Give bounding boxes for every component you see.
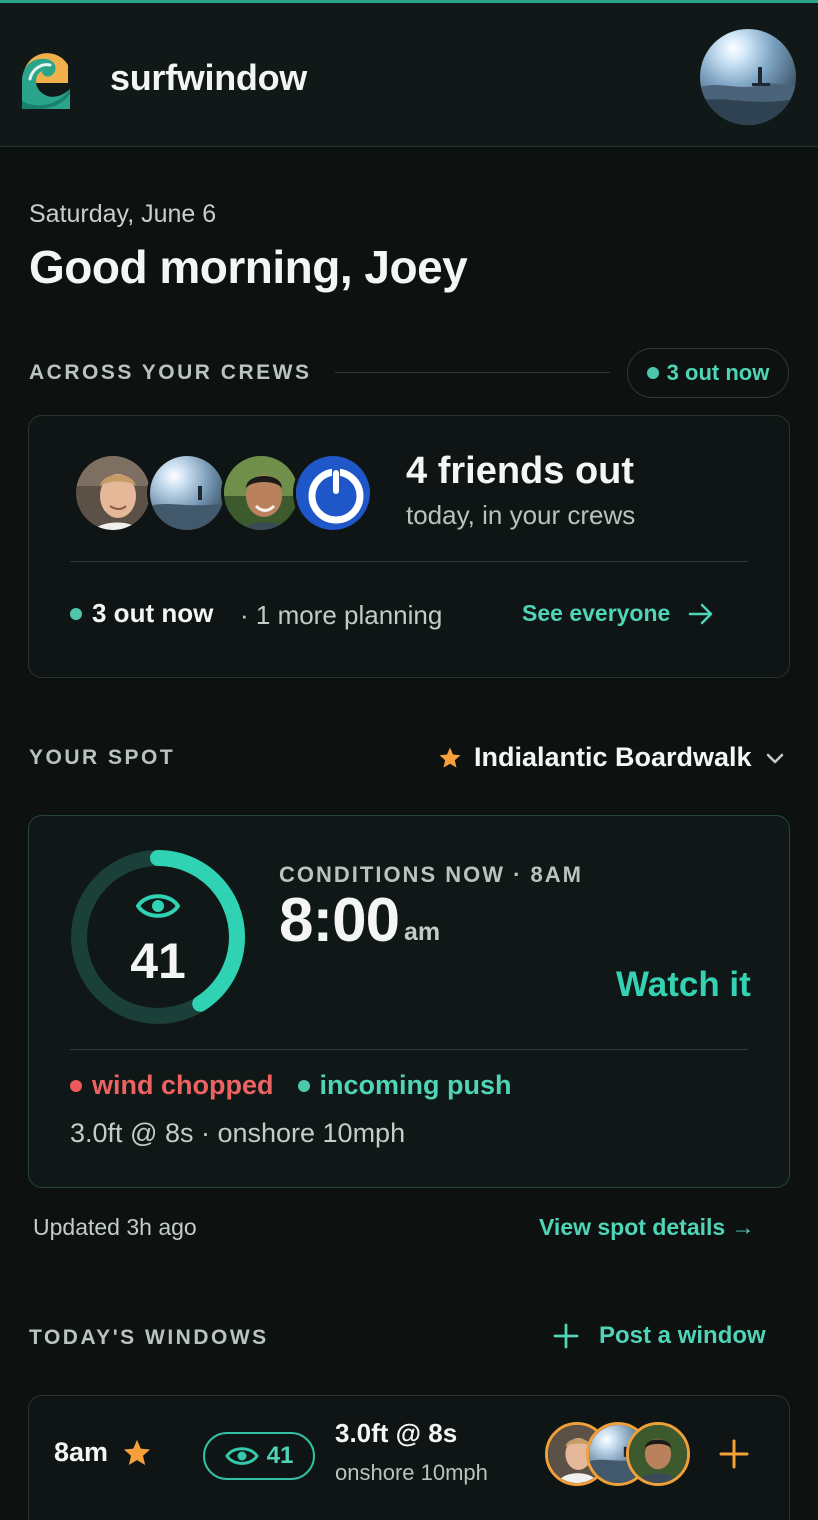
date-label: Saturday, June 6 bbox=[29, 200, 217, 228]
friend-avatar-2[interactable] bbox=[147, 453, 227, 533]
tag-wind-chopped: wind chopped bbox=[70, 1070, 274, 1101]
eye-icon bbox=[224, 1447, 259, 1465]
see-everyone-link[interactable]: See everyone bbox=[522, 600, 714, 627]
crews-section-label: ACROSS YOUR CREWS bbox=[29, 361, 312, 384]
post-window-label: Post a window bbox=[599, 1322, 766, 1349]
see-everyone-label: See everyone bbox=[522, 600, 671, 626]
window-friend-avatar-3[interactable] bbox=[626, 1422, 690, 1486]
score-value: 41 bbox=[130, 933, 186, 989]
verdict-label: Watch it bbox=[616, 965, 751, 1004]
friends-out-count: 4 friends out bbox=[406, 450, 635, 492]
status-dot-icon bbox=[646, 367, 659, 379]
status-dot-icon bbox=[70, 1079, 82, 1092]
window-score-pill: 41 bbox=[203, 1432, 315, 1480]
divider bbox=[335, 372, 610, 373]
out-now-pill-label: 3 out now bbox=[666, 360, 770, 385]
friend-avatar-4[interactable] bbox=[293, 453, 373, 533]
window-time-label: 8am bbox=[54, 1437, 109, 1467]
conditions-ampm: am bbox=[404, 918, 441, 946]
tag-label: incoming push bbox=[319, 1070, 512, 1100]
post-window-button[interactable]: Post a window bbox=[553, 1322, 766, 1350]
view-spot-details-link[interactable]: View spot details → bbox=[539, 1214, 755, 1241]
spot-selector[interactable]: Indialantic Boardwalk bbox=[438, 742, 786, 773]
status-dot-icon bbox=[70, 607, 82, 620]
window-swell: 3.0ft @ 8s bbox=[335, 1418, 458, 1448]
friend-avatar-1[interactable] bbox=[73, 453, 153, 533]
wave-sun-logo-icon[interactable] bbox=[20, 43, 72, 109]
tag-incoming-push: incoming push bbox=[297, 1070, 512, 1101]
join-window-plus-icon[interactable] bbox=[718, 1438, 750, 1470]
window-wind: onshore 10mph bbox=[335, 1460, 488, 1485]
conditions-time: 8:00 bbox=[279, 886, 400, 955]
chevron-down-icon bbox=[766, 753, 783, 763]
window-time: 8am bbox=[54, 1437, 152, 1468]
out-now-label: 3 out now bbox=[92, 598, 214, 628]
updated-timestamp: Updated 3h ago bbox=[33, 1214, 197, 1240]
app-header: surfwindow bbox=[0, 3, 818, 147]
out-now-pill[interactable]: 3 out now bbox=[627, 348, 789, 398]
friends-out-subtitle: today, in your crews bbox=[406, 500, 636, 530]
tag-label: wind chopped bbox=[92, 1070, 274, 1100]
divider bbox=[70, 561, 748, 562]
arrow-right-icon bbox=[689, 603, 713, 624]
windows-section-label: TODAY'S WINDOWS bbox=[29, 1326, 269, 1349]
status-dot-icon bbox=[297, 1079, 310, 1092]
planning-count: · 1 more planning bbox=[240, 600, 443, 630]
star-icon bbox=[439, 747, 461, 768]
spot-section-label: YOUR SPOT bbox=[29, 746, 176, 769]
brand-name: surfwindow bbox=[110, 57, 307, 98]
user-avatar[interactable] bbox=[700, 29, 796, 125]
conditions-meta: 3.0ft @ 8s · onshore 10mph bbox=[70, 1118, 406, 1148]
spot-name: Indialantic Boardwalk bbox=[474, 742, 752, 772]
star-icon bbox=[123, 1439, 151, 1465]
plus-icon bbox=[553, 1323, 579, 1349]
divider bbox=[70, 1049, 748, 1050]
greeting-heading: Good morning, Joey bbox=[29, 241, 468, 293]
window-score: 41 bbox=[266, 1442, 294, 1469]
out-now-status: 3 out now bbox=[70, 598, 213, 629]
condition-tags: wind chopped incoming push bbox=[70, 1070, 512, 1101]
friend-avatar-3[interactable] bbox=[221, 453, 301, 533]
eye-icon bbox=[136, 894, 180, 918]
